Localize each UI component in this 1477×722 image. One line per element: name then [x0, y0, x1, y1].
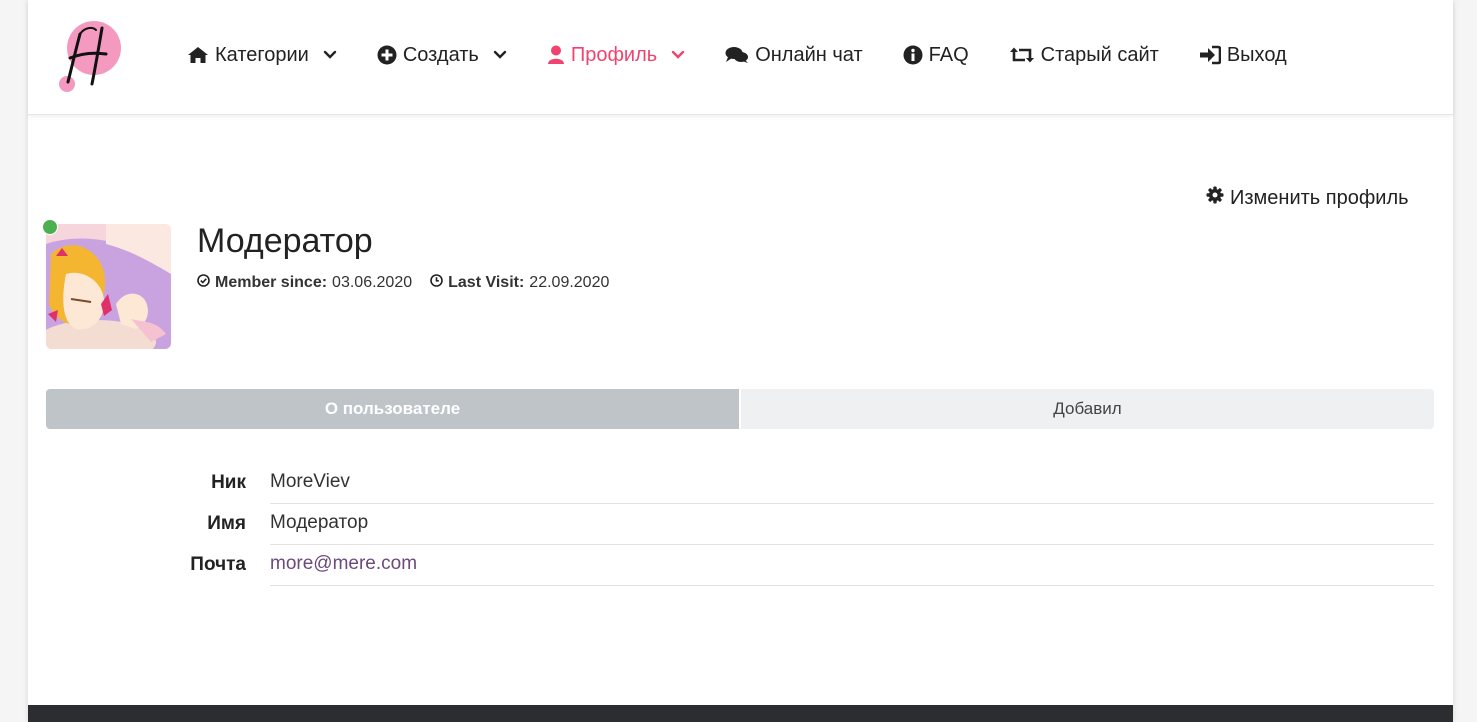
- clock-icon: [430, 274, 443, 292]
- tab-about[interactable]: О пользователе: [46, 389, 739, 429]
- profile-name: Модератор: [197, 222, 373, 260]
- name-label: Имя: [207, 512, 246, 534]
- nav-create-label: Создать: [402, 43, 479, 66]
- page: Категории Создать Профиль Онлайн чат FAQ…: [28, 0, 1453, 722]
- nav-categories[interactable]: Категории: [187, 44, 337, 67]
- gear-icon: [1206, 186, 1224, 210]
- nav-old-site-label: Старый сайт: [1040, 43, 1159, 66]
- nav-old-site[interactable]: Старый сайт: [1009, 44, 1159, 67]
- check-circle-icon: [197, 274, 210, 292]
- info-row-nick: Ник MoreViev: [46, 462, 1434, 504]
- nav-online-chat[interactable]: Онлайн чат: [725, 43, 863, 67]
- comments-icon: [725, 46, 749, 64]
- avatar: [46, 224, 171, 349]
- nav-create[interactable]: Создать: [377, 44, 507, 67]
- user-icon: [547, 45, 565, 65]
- edit-profile-label: Изменить профиль: [1230, 186, 1409, 209]
- nav-faq-label: FAQ: [928, 43, 969, 66]
- edit-profile-link[interactable]: Изменить профиль: [1206, 186, 1409, 210]
- nav-profile[interactable]: Профиль: [547, 44, 685, 67]
- chevron-down-icon: [671, 50, 685, 60]
- sign-in-icon: [1199, 45, 1221, 65]
- nick-value: MoreViev: [270, 462, 1434, 504]
- nav-logout[interactable]: Выход: [1199, 44, 1287, 67]
- navbar: Категории Создать Профиль Онлайн чат FAQ…: [28, 0, 1453, 115]
- user-info-table: Ник MoreViev Имя Модератор Почта more@me…: [46, 462, 1434, 586]
- chevron-down-icon: [323, 50, 337, 60]
- email-label: Почта: [190, 553, 246, 575]
- plus-circle-icon: [377, 45, 397, 65]
- profile-meta: Member since: 03.06.2020 Last Visit: 22.…: [197, 274, 627, 292]
- info-row-name: Имя Модератор: [46, 503, 1434, 545]
- home-icon: [187, 46, 209, 64]
- chevron-down-icon: [493, 50, 507, 60]
- nick-label: Ник: [211, 471, 246, 493]
- email-link[interactable]: more@mere.com: [270, 544, 1434, 586]
- nav-categories-label: Категории: [215, 43, 309, 66]
- info-row-email: Почта more@mere.com: [46, 544, 1434, 586]
- member-since-label: Member since:: [215, 274, 328, 291]
- nav-logout-label: Выход: [1226, 43, 1287, 66]
- last-visit-label: Last Visit:: [448, 274, 525, 291]
- member-since: Member since: 03.06.2020: [197, 274, 412, 292]
- info-circle-icon: [903, 45, 923, 65]
- nav-online-chat-label: Онлайн чат: [755, 43, 863, 66]
- footer: [28, 705, 1453, 722]
- last-visit: Last Visit: 22.09.2020: [430, 274, 609, 292]
- profile-tabs: О пользователе Добавил: [46, 389, 1434, 429]
- retweet-icon: [1009, 46, 1035, 64]
- main-nav: Категории Создать Профиль Онлайн чат FAQ…: [187, 38, 1327, 72]
- site-logo[interactable]: [50, 14, 130, 98]
- nav-profile-label: Профиль: [570, 43, 658, 66]
- online-status-dot: [42, 219, 58, 235]
- name-value: Модератор: [270, 503, 1434, 545]
- tab-added[interactable]: Добавил: [739, 389, 1434, 429]
- last-visit-value: 22.09.2020: [529, 274, 610, 291]
- member-since-value: 03.06.2020: [332, 274, 413, 291]
- nav-faq[interactable]: FAQ: [903, 44, 969, 67]
